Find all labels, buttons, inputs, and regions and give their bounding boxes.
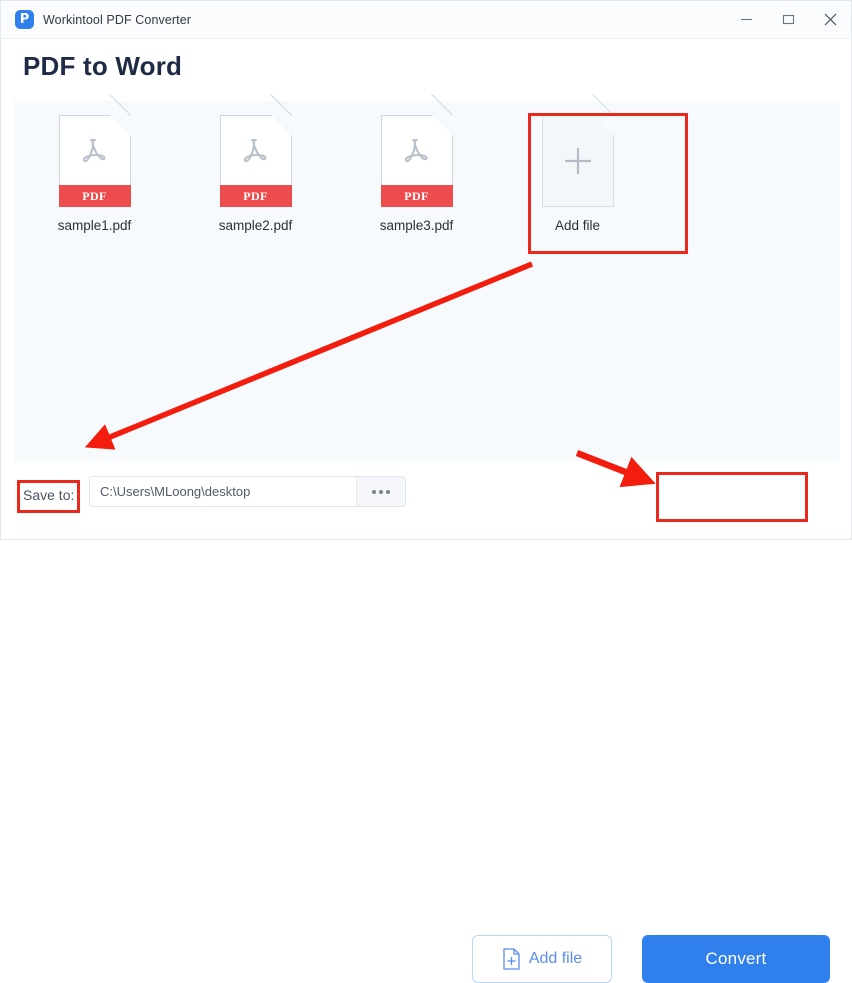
minimize-button[interactable]: [725, 1, 767, 38]
ellipsis-dot-icon: [372, 489, 376, 494]
add-file-tile-label: Add file: [554, 218, 601, 233]
title-bar: P Workintool PDF Converter: [1, 1, 851, 39]
pdf-badge-label: PDF: [404, 188, 429, 203]
app-title: Workintool PDF Converter: [43, 12, 192, 27]
add-file-tile-icon: [541, 93, 614, 207]
file-item[interactable]: PDF sample1.pdf: [14, 93, 175, 233]
file-name: sample2.pdf: [218, 218, 293, 233]
pdf-badge-label: PDF: [243, 188, 268, 203]
save-to-label: Save to:: [23, 487, 75, 503]
browse-button[interactable]: [356, 477, 405, 506]
acrobat-glyph-icon: [404, 138, 428, 163]
close-icon: [824, 13, 836, 26]
window-controls: [725, 1, 851, 38]
ellipsis-dot-icon: [379, 489, 383, 494]
add-file-tile[interactable]: Add file: [497, 93, 658, 233]
pdf-badge: PDF: [58, 185, 131, 207]
file-list-panel: PDF sample1.pdf PDF sample2.pdf PDF samp…: [14, 93, 840, 461]
file-item[interactable]: PDF sample2.pdf: [175, 93, 336, 233]
convert-button-label: Convert: [705, 949, 767, 968]
file-row: PDF sample1.pdf PDF sample2.pdf PDF samp…: [14, 93, 658, 233]
convert-button[interactable]: Convert: [642, 935, 830, 983]
app-logo-icon: P: [15, 10, 34, 29]
file-plus-icon: [503, 948, 520, 970]
plus-icon: [564, 148, 591, 174]
close-button[interactable]: [809, 1, 851, 38]
add-file-button-label: Add file: [528, 950, 583, 967]
save-path-value[interactable]: C:\Users\MLoong\desktop: [90, 477, 356, 506]
maximize-button[interactable]: [767, 1, 809, 38]
acrobat-glyph-icon: [82, 138, 106, 163]
pdf-badge-label: PDF: [82, 188, 107, 203]
page-title: PDF to Word: [23, 51, 183, 81]
ellipsis-dot-icon: [386, 489, 390, 494]
save-path-field[interactable]: C:\Users\MLoong\desktop: [89, 476, 406, 507]
file-name: sample3.pdf: [379, 218, 454, 233]
footer-bar: Save to: C:\Users\MLoong\desktop Add fil…: [1, 463, 851, 983]
maximize-icon: [782, 14, 794, 25]
acrobat-glyph-icon: [243, 138, 267, 163]
app-logo-glyph: P: [19, 12, 30, 27]
pdf-file-icon: PDF: [219, 93, 292, 207]
pdf-file-icon: PDF: [380, 93, 453, 207]
add-file-button[interactable]: Add file: [472, 935, 612, 983]
file-name: sample1.pdf: [57, 218, 132, 233]
pdf-file-icon: PDF: [58, 93, 131, 207]
pdf-badge: PDF: [219, 185, 292, 207]
file-item[interactable]: PDF sample3.pdf: [336, 93, 497, 233]
pdf-badge: PDF: [380, 185, 453, 207]
app-window: P Workintool PDF Converter PDF to Word P…: [0, 0, 852, 983]
minimize-icon: [740, 18, 752, 21]
